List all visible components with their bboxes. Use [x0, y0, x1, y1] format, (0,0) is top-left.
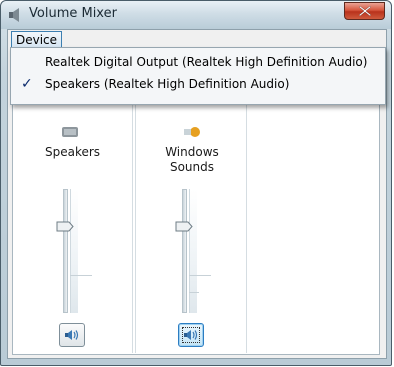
menu-item-label: Realtek Digital Output (Realtek High Def…: [45, 55, 368, 69]
scale-tick: [189, 275, 211, 276]
menu-item-realtek-digital-output[interactable]: Realtek Digital Output (Realtek High Def…: [13, 51, 383, 73]
scale-tick: [189, 292, 199, 293]
menu-item-label: Speakers (Realtek High Definition Audio): [45, 77, 290, 91]
close-button[interactable]: [344, 2, 385, 20]
speaker-volume-icon: [65, 330, 79, 340]
volume-mixer-window: Volume Mixer Device Speakers Windows Sou…: [0, 0, 392, 366]
title-bar[interactable]: Volume Mixer: [1, 1, 391, 29]
peak-meter: [189, 189, 197, 313]
menu-device[interactable]: Device: [11, 31, 63, 48]
checkmark-icon: ✓: [21, 76, 33, 92]
focus-rectangle: [182, 327, 200, 343]
channel-label: Windows Sounds: [165, 145, 219, 174]
slider-track: [63, 189, 68, 313]
scale-tick: [70, 275, 92, 276]
close-icon: [358, 6, 371, 16]
window-title: Volume Mixer: [29, 6, 117, 21]
speaker-icon: [62, 127, 78, 137]
volume-slider[interactable]: [53, 189, 93, 313]
menu-item-speakers[interactable]: ✓ Speakers (Realtek High Definition Audi…: [13, 73, 383, 95]
mute-button-windows-sounds[interactable]: [178, 323, 204, 347]
mute-button-speakers[interactable]: [59, 323, 85, 347]
slider-thumb[interactable]: [175, 221, 193, 232]
speaker-app-icon: [9, 8, 19, 22]
volume-slider[interactable]: [172, 189, 212, 313]
windows-sounds-icon: [184, 127, 200, 137]
slider-thumb[interactable]: [56, 221, 74, 232]
peak-meter: [70, 189, 78, 313]
slider-track: [182, 189, 187, 313]
device-dropdown-menu: Realtek Digital Output (Realtek High Def…: [10, 47, 386, 105]
channel-label: Speakers: [44, 145, 101, 159]
